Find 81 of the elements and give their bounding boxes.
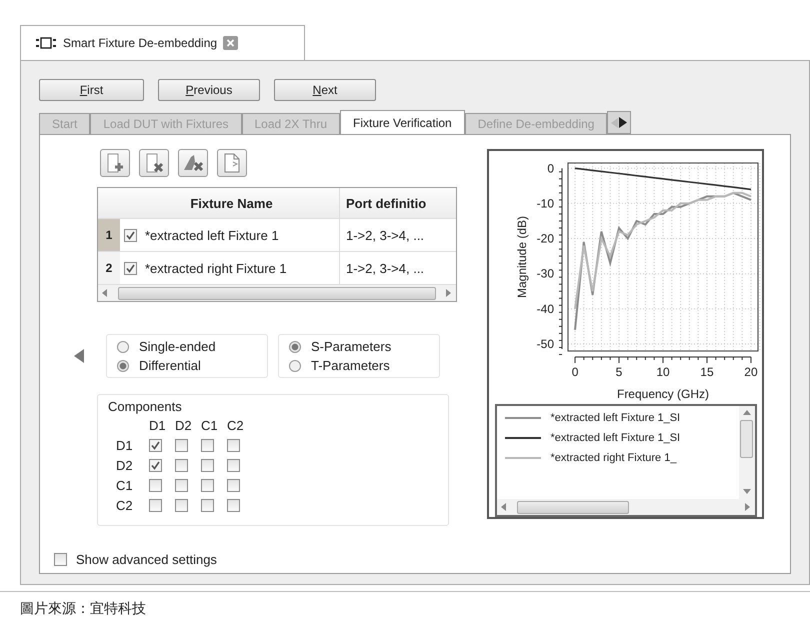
table-cell: 1->2, 3->4, ...: [346, 228, 424, 242]
y-tick-label: -20: [536, 232, 554, 246]
y-tick-label: -10: [536, 196, 554, 210]
group-title: Components: [108, 399, 182, 414]
checkbox[interactable]: [227, 439, 240, 452]
delete-document-button[interactable]: [139, 149, 169, 177]
horizontal-scrollbar[interactable]: [496, 499, 754, 515]
module-icon: [35, 37, 57, 49]
x-axis-title: Frequency (GHz): [616, 387, 710, 401]
checkbox[interactable]: [175, 459, 188, 472]
checkbox[interactable]: [201, 459, 214, 472]
legend-label: *extracted right Fixture 1_: [550, 452, 676, 464]
close-icon[interactable]: [223, 36, 238, 50]
legend-label: *extracted left Fixture 1_SI: [550, 432, 680, 444]
scroll-left-icon[interactable]: [500, 503, 506, 511]
shape-x-button[interactable]: [178, 149, 208, 177]
row-number[interactable]: 2: [98, 252, 120, 284]
x-tick-label: 15: [700, 365, 714, 379]
checkbox[interactable]: [149, 459, 162, 472]
x-tick-label: 10: [656, 365, 670, 379]
checkbox[interactable]: [149, 439, 162, 452]
image-caption: 圖片來源：宜特科技: [0, 591, 810, 618]
y-axis-title: Magnitude (dB): [515, 216, 529, 298]
tab[interactable]: Fixture Verification: [340, 110, 465, 134]
checkbox[interactable]: [201, 499, 214, 512]
document-button[interactable]: [217, 149, 247, 177]
scroll-left-icon[interactable]: [102, 289, 108, 297]
row-label: C2: [116, 498, 134, 513]
radio-label: S-Parameters: [311, 339, 392, 354]
radio-button[interactable]: [289, 360, 301, 372]
row-label: C1: [116, 478, 134, 493]
checkbox[interactable]: [124, 262, 137, 274]
nav-button[interactable]: Next: [274, 79, 376, 101]
radio-label: T-Parameters: [311, 358, 390, 373]
horizontal-scrollbar[interactable]: [98, 285, 456, 301]
document-plus-icon: [105, 153, 125, 173]
checkbox[interactable]: [175, 499, 188, 512]
checkbox[interactable]: [149, 479, 162, 492]
checkbox[interactable]: [201, 439, 214, 452]
column-header[interactable]: Port definitio: [340, 188, 456, 218]
radio-label: Single-ended: [139, 339, 216, 354]
table-cell: *extracted right Fixture 1: [145, 260, 287, 276]
radio-button[interactable]: [117, 360, 129, 372]
table-cell: *extracted left Fixture 1: [145, 228, 279, 242]
y-tick-label: -50: [536, 336, 554, 351]
nav-button[interactable]: Previous: [158, 79, 260, 101]
row-label: D2: [116, 458, 134, 473]
y-tick-label: 0: [547, 161, 554, 176]
x-tick-label: 5: [616, 365, 622, 379]
checkbox[interactable]: [124, 228, 137, 242]
nav-button[interactable]: First: [39, 79, 144, 101]
shape-x-icon: [182, 153, 204, 173]
radio-label: Differential: [139, 358, 201, 373]
checkbox[interactable]: [54, 553, 67, 566]
x-tick-label: 20: [744, 365, 758, 379]
document-icon: [222, 153, 242, 173]
row-label: D1: [116, 438, 134, 453]
checkbox[interactable]: [227, 479, 240, 492]
column-header[interactable]: Fixture Name: [120, 188, 340, 218]
scroll-up-icon[interactable]: [742, 410, 750, 416]
y-tick-label: -40: [536, 302, 554, 316]
add-document-button[interactable]: [100, 149, 130, 177]
checkbox[interactable]: [175, 439, 188, 452]
collapse-arrow-icon[interactable]: [74, 349, 84, 363]
y-tick-label: -30: [536, 266, 554, 281]
table-cell: 1->2, 3->4, ...: [346, 260, 424, 276]
checkbox[interactable]: [175, 479, 188, 492]
vertical-scrollbar[interactable]: [738, 406, 754, 499]
checkbox[interactable]: [149, 499, 162, 512]
scroll-right-icon[interactable]: [619, 117, 628, 128]
legend-label: *extracted left Fixture 1_SI: [550, 412, 680, 424]
x-tick-label: 0: [572, 365, 578, 379]
checkbox-label: Show advanced settings: [76, 552, 217, 567]
checkbox[interactable]: [227, 459, 240, 472]
document-x-icon: [144, 153, 164, 173]
radio-button[interactable]: [117, 340, 129, 352]
radio-button[interactable]: [289, 340, 301, 352]
checkbox[interactable]: [201, 479, 214, 492]
checkbox[interactable]: [227, 499, 240, 512]
scroll-down-icon[interactable]: [742, 489, 750, 495]
row-number[interactable]: 1: [98, 219, 120, 251]
